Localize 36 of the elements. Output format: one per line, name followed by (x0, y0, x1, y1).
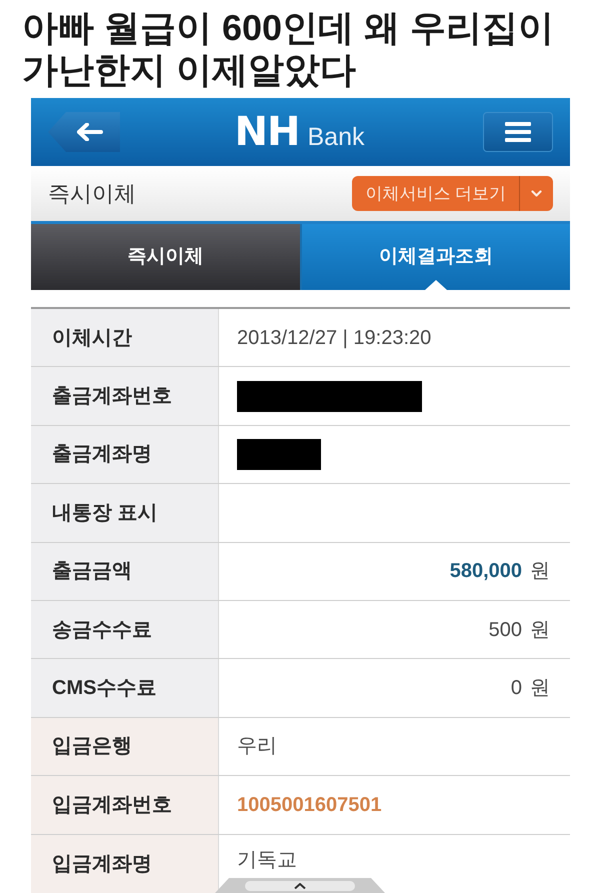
caret-up-icon (294, 882, 306, 888)
more-services-button[interactable]: 이체서비스 더보기 (352, 176, 520, 211)
label-cell: 출금계좌명 (31, 426, 219, 484)
menu-button[interactable] (483, 112, 553, 152)
amount-value: 580,000 (450, 559, 522, 584)
currency-unit: 원 (530, 559, 550, 584)
chevron-down-icon (531, 190, 542, 197)
pointer-icon (424, 280, 447, 290)
amount-value: 500 (488, 618, 522, 643)
label-cell: CMS수수료 (31, 659, 219, 717)
arrow-left-icon (77, 123, 103, 141)
logo-mark: NH (234, 112, 300, 152)
field-value: 기독교 (237, 848, 297, 873)
currency-unit: 원 (530, 618, 550, 643)
label-cell: 입금계좌명 (31, 834, 219, 893)
field-value: 우리 (237, 734, 277, 760)
pull-up-handle[interactable] (215, 878, 385, 893)
page-title: 즉시이체 (48, 180, 136, 208)
menu-icon (505, 122, 531, 142)
logo-wordmark: Bank (307, 125, 364, 152)
label-cell: 내통장 표시 (31, 484, 219, 542)
label-cell: 이체시간 (31, 309, 219, 366)
currency-unit: 원 (530, 676, 550, 702)
tab[interactable]: 즉시이체 (31, 224, 300, 290)
dropdown-button[interactable] (520, 176, 553, 211)
label-cell: 출금금액 (31, 542, 219, 600)
account-number: 1005001607501 (237, 792, 382, 818)
tab[interactable]: 이체결과조회 (302, 224, 570, 290)
label-cell: 송금수수료 (31, 600, 219, 658)
label-cell: 출금계좌번호 (31, 367, 219, 425)
label-cell: 입금은행 (31, 718, 219, 776)
label-cell: 입금계좌번호 (31, 776, 219, 834)
amount-value: 0 (510, 676, 522, 702)
back-button[interactable] (48, 112, 120, 152)
headline: 아빠 월급이 600인데 왜 우리집이 가난한지 이제알았다 (21, 6, 556, 92)
field-value: 2013/12/27 | 19:23:20 (237, 326, 432, 351)
